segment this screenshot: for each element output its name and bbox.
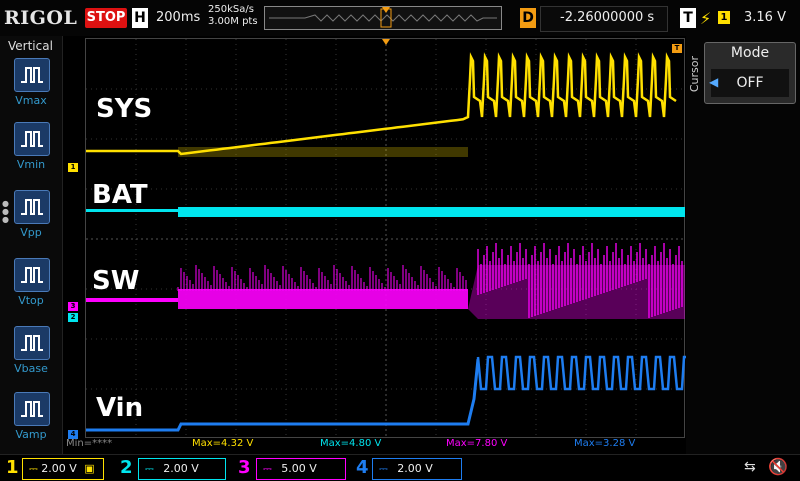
trigger-channel: 1	[718, 11, 730, 24]
measure-item-label: Vtop	[18, 294, 44, 307]
sw-waveform	[86, 298, 178, 302]
cursor-menu-label: Cursor	[688, 56, 701, 93]
pulse-icon	[14, 326, 50, 360]
measure-item-vmax[interactable]: Vmax	[10, 58, 52, 107]
sample-rate: 250kSa/s	[208, 4, 254, 15]
usb-icon: ⇆	[744, 459, 756, 475]
ch1-number[interactable]: 1	[6, 457, 19, 479]
sw-trace-label: SW	[92, 266, 140, 296]
trigger-level-marker[interactable]: T	[672, 44, 682, 53]
trigger-level[interactable]: 3.16 V	[744, 10, 786, 25]
cursor-mode-value[interactable]: OFF	[711, 69, 789, 97]
timebase-value[interactable]: 200ms	[156, 10, 200, 25]
memory-depth: 3.00M pts	[208, 16, 258, 27]
pulse-icon	[14, 392, 50, 426]
rising-edge-icon: ⚡	[700, 9, 712, 28]
ch1-scale-box[interactable]: ⎓ 2.00 V ▣	[22, 458, 104, 480]
measure-item-vamp[interactable]: Vamp	[10, 392, 52, 441]
delay-label: D	[520, 8, 536, 28]
bat-waveform-band	[178, 207, 685, 217]
pulse-icon	[14, 122, 50, 156]
dc-coupling-icon: ⎓	[379, 462, 388, 475]
speaker-mute-icon[interactable]: 🔇	[768, 457, 788, 476]
ch2-scale-box[interactable]: ⎓ 2.00 V	[138, 458, 226, 480]
brand-logo: RIGOL	[4, 7, 78, 29]
ch3-marker[interactable]: 3	[68, 302, 78, 311]
dc-coupling-icon: ⎓	[145, 462, 154, 475]
channel-bar: 1 ⎓ 2.00 V ▣ 2 ⎓ 2.00 V 3 ⎓ 5.00 V 4 ⎓ 2…	[0, 454, 800, 481]
pulse-icon	[14, 190, 50, 224]
waveform-display[interactable]	[85, 38, 688, 439]
sw-waveform-band	[178, 289, 468, 309]
page-dots-icon: ● ● ●	[2, 199, 9, 224]
delay-value[interactable]: -2.26000000 s	[560, 10, 654, 25]
ch2-marker[interactable]: 2	[68, 313, 78, 322]
ch4-scale-box[interactable]: ⎓ 2.00 V	[372, 458, 462, 480]
measure-item-vmin[interactable]: Vmin	[10, 122, 52, 171]
vin-trace-label: Vin	[96, 393, 144, 423]
ch2-number[interactable]: 2	[120, 457, 133, 479]
left-arrow-icon: ◀	[709, 75, 719, 89]
acquisition-info: 250kSa/s 3.00M pts	[208, 4, 258, 28]
run-stop-indicator[interactable]: STOP	[85, 8, 127, 28]
measure-max-ch2: Max=4.80 V	[320, 438, 382, 449]
ch4-number[interactable]: 4	[356, 457, 369, 479]
measure-item-vbase[interactable]: Vbase	[10, 326, 52, 375]
bat-trace-label: BAT	[92, 180, 148, 210]
measurement-row: Min=**** Max=4.32 V Max=4.80 V Max=7.80 …	[66, 438, 686, 452]
ch3-scale: 5.00 V	[281, 462, 317, 475]
dc-coupling-icon: ⎓	[29, 462, 38, 475]
measure-max-ch1: Max=4.32 V	[192, 438, 254, 449]
measure-max-ch3: Max=7.80 V	[446, 438, 508, 449]
bandwidth-limit-icon: ▣	[84, 462, 95, 475]
vertical-title: Vertical	[8, 39, 53, 53]
ch1-marker[interactable]: 1	[68, 163, 78, 172]
ch1-scale: 2.00 V	[41, 462, 77, 475]
measure-item-vtop[interactable]: Vtop	[10, 258, 52, 307]
dc-coupling-icon: ⎓	[263, 462, 272, 475]
measure-item-vpp[interactable]: Vpp	[10, 190, 52, 239]
trigger-label: T	[680, 8, 696, 28]
vin-waveform	[86, 358, 480, 432]
measure-item-label: Vpp	[20, 226, 42, 239]
waveform-canvas	[86, 39, 688, 439]
measure-item-label: Vmin	[16, 158, 46, 171]
measure-max-ch4: Max=3.28 V	[574, 438, 636, 449]
cursor-mode-title: Mode	[730, 45, 770, 61]
measure-min: Min=****	[66, 438, 113, 449]
measure-item-label: Vmax	[15, 94, 47, 107]
timebase-label: H	[132, 8, 148, 28]
status-bar: RIGOL STOP H 200ms 250kSa/s 3.00M pts D …	[0, 0, 800, 36]
measure-item-label: Vamp	[15, 428, 47, 441]
measure-item-label: Vbase	[14, 362, 48, 375]
ch3-number[interactable]: 3	[238, 457, 251, 479]
pulse-icon	[14, 258, 50, 292]
vin-switching-waveform	[476, 355, 688, 391]
cursor-mode-button[interactable]: Mode OFF ◀	[704, 42, 796, 104]
sys-trace-label: SYS	[96, 94, 153, 124]
pulse-icon	[14, 58, 50, 92]
ch2-scale: 2.00 V	[163, 462, 199, 475]
ch4-scale: 2.00 V	[397, 462, 433, 475]
sys-band	[178, 147, 468, 157]
ch3-scale-box[interactable]: ⎓ 5.00 V	[256, 458, 346, 480]
memory-overview-bar[interactable]	[264, 6, 502, 30]
trigger-position-marker	[382, 39, 390, 45]
memory-waveform-icon	[265, 7, 501, 29]
